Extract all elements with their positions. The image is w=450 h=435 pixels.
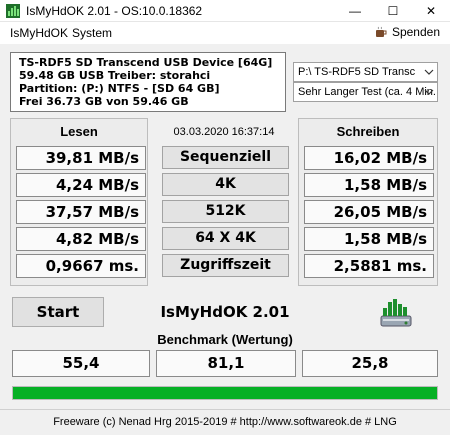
write-value: 2,5881 ms. — [304, 254, 434, 278]
menu-spenden[interactable]: Spenden — [375, 25, 440, 39]
spenden-label: Spenden — [391, 25, 440, 39]
test-4k-button[interactable]: 4K — [162, 173, 289, 196]
status-bar: Freeware (c) Nenad Hrg 2015-2019 # http:… — [0, 409, 450, 435]
test-zugriffszeit-button[interactable]: Zugriffszeit — [162, 254, 289, 277]
benchmark-value: 25,8 — [302, 350, 438, 377]
menu-bar: IsMyHdOK System Spenden — [0, 22, 450, 44]
chevron-down-icon — [424, 89, 434, 95]
read-value: 4,24 MB/s — [16, 173, 146, 197]
benchmark-value: 81,1 — [156, 350, 296, 377]
app-icon — [6, 4, 20, 18]
drive-info-line: Partition: (P:) NTFS - [SD 64 GB] — [19, 82, 220, 95]
benchmark-value: 55,4 — [12, 350, 150, 377]
test-512k-button[interactable]: 512K — [162, 200, 289, 223]
write-value: 1,58 MB/s — [304, 173, 434, 197]
disk-chart-icon — [380, 299, 412, 327]
start-button[interactable]: Start — [12, 297, 104, 327]
window-title: IsMyHdOK 2.01 - OS:10.0.18362 — [26, 4, 203, 18]
read-value: 39,81 MB/s — [16, 146, 146, 170]
drive-select[interactable]: P:\ TS-RDF5 SD Transc — [293, 62, 438, 82]
minimize-button[interactable]: — — [336, 0, 374, 22]
menu-ismyhdok[interactable]: IsMyHdOK — [10, 26, 68, 40]
progress-bar — [12, 386, 438, 400]
benchmark-title: Benchmark (Wertung) — [157, 332, 293, 347]
test-sequenziell-button[interactable]: Sequenziell — [162, 146, 289, 169]
chevron-down-icon — [424, 69, 434, 75]
duration-select-value: Sehr Langer Test (ca. 4 Min. — [298, 86, 436, 98]
test-64x4k-button[interactable]: 64 X 4K — [162, 227, 289, 250]
write-value: 26,05 MB/s — [304, 200, 434, 224]
read-value: 37,57 MB/s — [16, 200, 146, 224]
duration-select[interactable]: Sehr Langer Test (ca. 4 Min. — [293, 82, 438, 102]
write-value: 1,58 MB/s — [304, 227, 434, 251]
close-button[interactable]: ✕ — [412, 0, 450, 22]
app-name: IsMyHdOK 2.01 — [160, 303, 290, 321]
timestamp: 03.03.2020 16:37:14 — [173, 126, 275, 138]
read-value: 0,9667 ms. — [16, 254, 146, 278]
title-bar: IsMyHdOK 2.01 - OS:10.0.18362 — ☐ ✕ — [0, 0, 450, 22]
drive-info-line: TS-RDF5 SD Transcend USB Device [64G] — [19, 56, 273, 69]
menu-system[interactable]: System — [72, 26, 112, 40]
drive-select-value: P:\ TS-RDF5 SD Transc — [298, 66, 416, 78]
progress-fill — [13, 387, 437, 399]
read-column-title: Lesen — [60, 124, 98, 139]
maximize-button[interactable]: ☐ — [374, 0, 412, 22]
read-value: 4,82 MB/s — [16, 227, 146, 251]
drive-info: TS-RDF5 SD Transcend USB Device [64G] 59… — [10, 52, 286, 112]
coffee-cup-icon — [375, 26, 387, 37]
drive-info-line: Frei 36.73 GB von 59.46 GB — [19, 95, 189, 108]
write-column-title: Schreiben — [336, 124, 400, 139]
drive-info-line: 59.48 GB USB Treiber: storahci — [19, 69, 211, 82]
write-value: 16,02 MB/s — [304, 146, 434, 170]
